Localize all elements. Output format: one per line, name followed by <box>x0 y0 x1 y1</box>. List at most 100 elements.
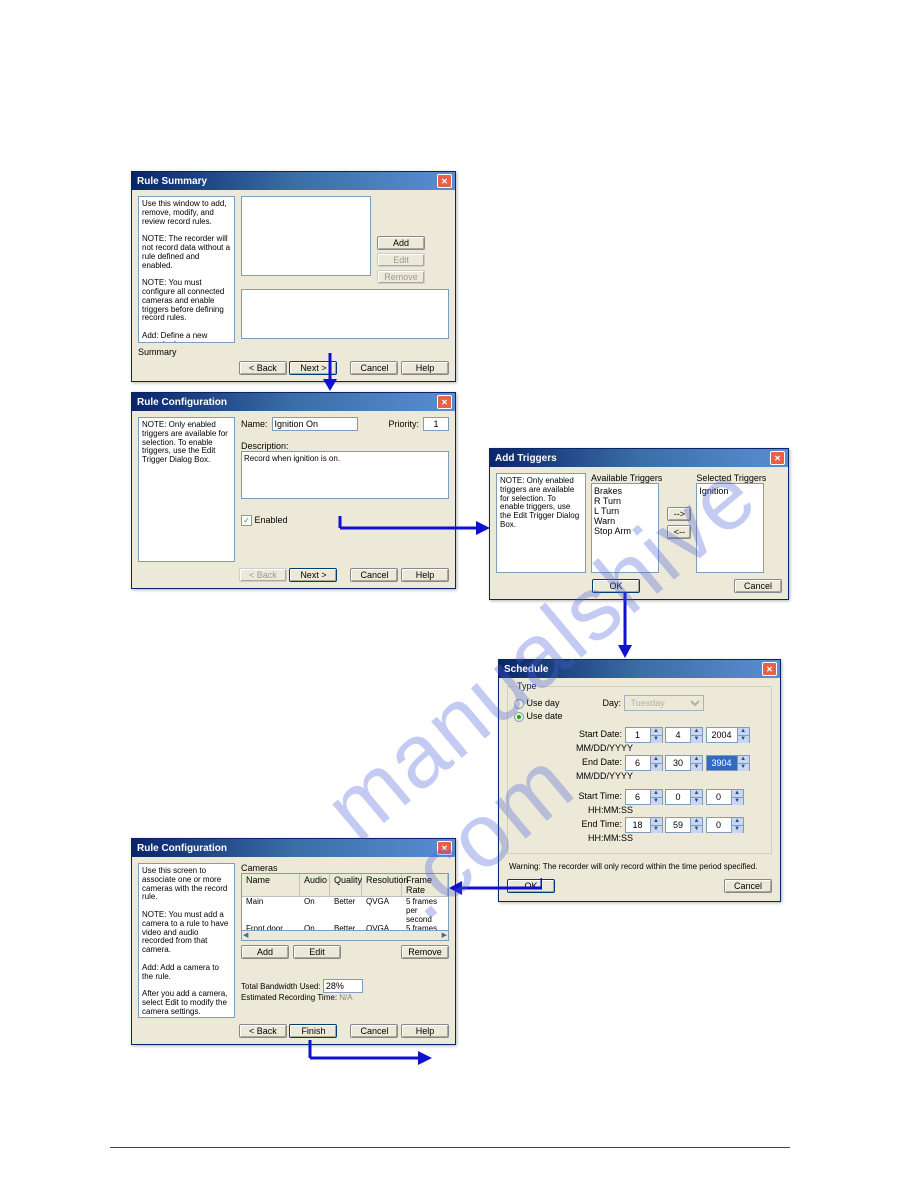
scroll-left-icon[interactable]: ◀ <box>243 931 248 940</box>
info-panel: NOTE: Only enabled triggers are availabl… <box>138 417 235 562</box>
start-hour-stepper[interactable]: ▲▼ <box>625 789 663 805</box>
flow-arrow-icon <box>447 878 542 898</box>
end-sec-stepper[interactable]: ▲▼ <box>706 817 744 833</box>
finish-button[interactable]: Finish <box>289 1024 337 1038</box>
titlebar: Rule Summary ✕ <box>132 172 455 190</box>
flow-arrow-icon <box>615 592 635 662</box>
cancel-button[interactable]: Cancel <box>724 879 772 893</box>
close-icon[interactable]: ✕ <box>762 662 777 676</box>
title: Rule Configuration <box>135 843 227 854</box>
back-button[interactable]: < Back <box>239 1024 287 1038</box>
sel-label: Selected Triggers <box>696 473 766 483</box>
use-day-label: Use day <box>527 698 560 708</box>
bandwidth-label: Total Bandwidth Used: <box>241 982 321 991</box>
table-header: Name Audio Quality Resolution Frame Rate <box>242 874 448 897</box>
cameras-table[interactable]: Name Audio Quality Resolution Frame Rate… <box>241 873 449 931</box>
close-icon[interactable]: ✕ <box>437 395 452 409</box>
scroll-right-icon[interactable]: ▶ <box>442 931 447 940</box>
rectime-value: N/A <box>339 993 352 1002</box>
help-button[interactable]: Help <box>401 1024 449 1038</box>
add-triggers-dialog: Add Triggers ✕ NOTE: Only enabled trigge… <box>489 448 789 600</box>
title: Rule Summary <box>135 176 207 187</box>
schedule-dialog: Schedule ✕ Type Use day Day: Tuesday Use… <box>498 659 781 902</box>
list-item[interactable]: R Turn <box>594 496 656 506</box>
cancel-button[interactable]: Cancel <box>350 361 398 375</box>
start-sec-stepper[interactable]: ▲▼ <box>706 789 744 805</box>
info-panel: Use this screen to associate one or more… <box>138 863 235 1018</box>
enabled-checkbox[interactable]: ✓ <box>241 515 252 526</box>
cancel-button[interactable]: Cancel <box>734 579 782 593</box>
close-icon[interactable]: ✕ <box>437 841 452 855</box>
titlebar: Schedule ✕ <box>499 660 780 678</box>
start-day-stepper[interactable]: ▲▼ <box>665 727 703 743</box>
rule-list[interactable] <box>241 196 371 276</box>
time-format-label: HH:MM:SS <box>588 833 633 843</box>
title: Rule Configuration <box>135 397 227 408</box>
list-item[interactable]: L Turn <box>594 506 656 516</box>
table-row[interactable]: Front door On Better QVGA 5 frames per s… <box>242 924 448 931</box>
table-row[interactable]: Main On Better QVGA 5 frames per second <box>242 897 448 924</box>
cameras-label: Cameras <box>241 863 449 873</box>
list-item[interactable]: Stop Arm <box>594 526 656 536</box>
end-min-stepper[interactable]: ▲▼ <box>665 817 703 833</box>
selected-triggers-list[interactable]: Ignition <box>696 483 764 573</box>
edit-button: Edit <box>377 253 425 267</box>
use-date-radio[interactable] <box>514 712 524 722</box>
end-month-stepper[interactable]: ▲▼ <box>625 755 663 771</box>
add-trigger-button[interactable]: --> <box>667 507 691 521</box>
rule-config2-dialog: Rule Configuration ✕ Use this screen to … <box>131 838 456 1045</box>
start-year-stepper[interactable]: ▲▼ <box>706 727 750 743</box>
back-button: < Back <box>239 568 287 582</box>
end-day-stepper[interactable]: ▲▼ <box>665 755 703 771</box>
name-label: Name: <box>241 419 268 429</box>
use-day-radio[interactable] <box>514 699 524 709</box>
bandwidth-value: 28% <box>323 979 363 993</box>
warning-text: Warning: The recorder will only record w… <box>503 858 776 875</box>
list-item[interactable]: Brakes <box>594 486 656 496</box>
enabled-label: Enabled <box>255 515 288 525</box>
avail-label: Available Triggers <box>591 473 662 483</box>
scrollbar[interactable]: ◀ ▶ <box>241 931 449 941</box>
day-select: Tuesday <box>624 695 704 711</box>
ok-button[interactable]: OK <box>592 579 640 593</box>
add-camera-button[interactable]: Add <box>241 945 289 959</box>
description-box[interactable]: Record when ignition is on. <box>241 451 449 499</box>
back-button[interactable]: < Back <box>239 361 287 375</box>
date-format-label: MM/DD/YYYY <box>576 743 633 753</box>
rectime-label: Estimated Recording Time: <box>241 993 337 1002</box>
start-min-stepper[interactable]: ▲▼ <box>665 789 703 805</box>
priority-input[interactable] <box>423 417 449 431</box>
name-input[interactable] <box>272 417 358 431</box>
end-year-stepper[interactable]: ▲▼ <box>706 755 750 771</box>
page-footer-rule <box>110 1147 790 1148</box>
add-button[interactable]: Add <box>377 236 425 250</box>
start-date-label: Start Date: <box>576 729 622 739</box>
close-icon[interactable]: ✕ <box>770 451 785 465</box>
use-date-label: Use date <box>527 711 563 721</box>
remove-camera-button[interactable]: Remove <box>401 945 449 959</box>
available-triggers-list[interactable]: Brakes R Turn L Turn Warn Stop Arm <box>591 483 659 573</box>
end-date-label: End Date: <box>576 757 622 767</box>
type-group-label: Type <box>514 681 540 691</box>
info-panel: NOTE: Only enabled triggers are availabl… <box>496 473 586 573</box>
close-icon[interactable]: ✕ <box>437 174 452 188</box>
cancel-button[interactable]: Cancel <box>350 1024 398 1038</box>
help-button[interactable]: Help <box>401 361 449 375</box>
remove-trigger-button[interactable]: <-- <box>667 525 691 539</box>
edit-camera-button[interactable]: Edit <box>293 945 341 959</box>
title: Schedule <box>502 664 548 675</box>
titlebar: Rule Configuration ✕ <box>132 393 455 411</box>
end-hour-stepper[interactable]: ▲▼ <box>625 817 663 833</box>
rule-summary-dialog: Rule Summary ✕ Use this window to add, r… <box>131 171 456 382</box>
flow-arrow-icon <box>320 353 340 393</box>
priority-label: Priority: <box>388 419 419 429</box>
title: Add Triggers <box>493 453 557 464</box>
remove-button: Remove <box>377 270 425 284</box>
info-panel: Use this window to add, remove, modify, … <box>138 196 235 343</box>
end-time-label: End Time: <box>576 819 622 829</box>
start-month-stepper[interactable]: ▲▼ <box>625 727 663 743</box>
flow-arrow-icon <box>330 516 495 596</box>
list-item[interactable]: Warn <box>594 516 656 526</box>
list-item[interactable]: Ignition <box>699 486 761 496</box>
day-label: Day: <box>603 698 622 708</box>
